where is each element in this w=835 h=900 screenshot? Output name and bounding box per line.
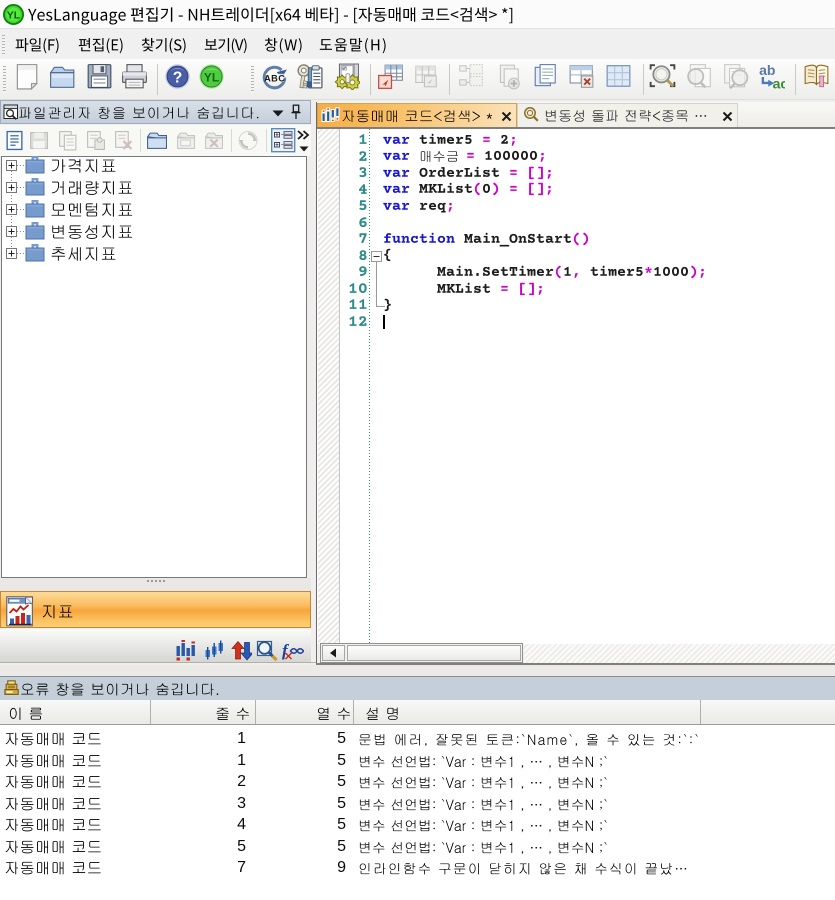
svg-text:ac: ac (773, 75, 785, 90)
svg-text:YL: YL (204, 70, 219, 84)
svg-text:ABC: ABC (264, 73, 285, 83)
svg-text:YL: YL (7, 10, 21, 22)
svg-text:?: ? (173, 69, 183, 86)
